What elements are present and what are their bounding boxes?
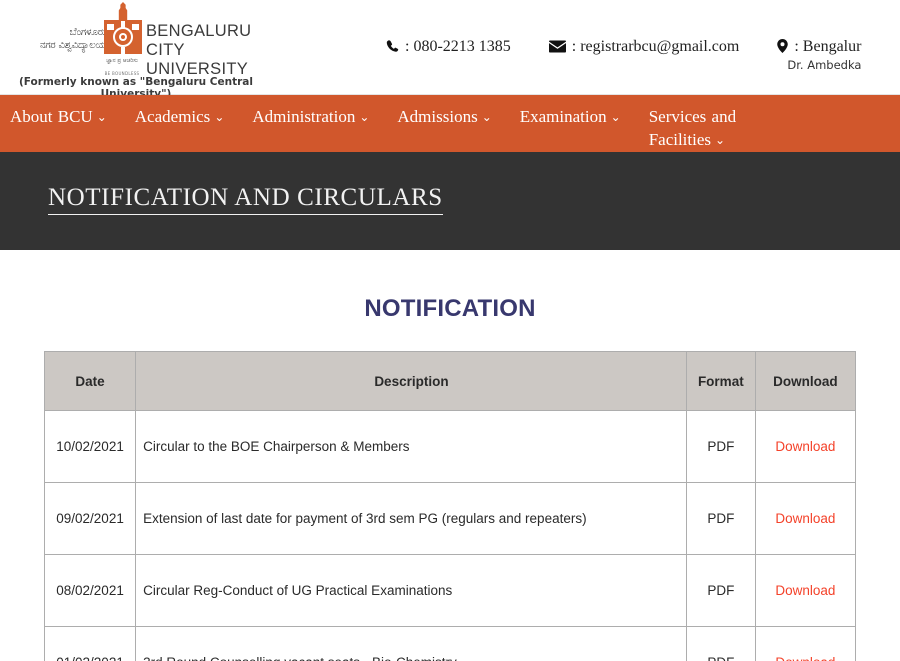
column-header-description: Description bbox=[135, 351, 687, 411]
contact-address-text: : Bengalur bbox=[794, 38, 862, 55]
nav-item-examination[interactable]: Examination ⌄ bbox=[506, 105, 635, 129]
site-header: ಬೆಂಗಳೂರು ನಗರ ವಿಶ್ವವಿದ್ಯಾಲಯ BENGALURU CIT… bbox=[0, 0, 900, 100]
email-icon bbox=[548, 40, 566, 53]
table-row: 08/02/2021 Circular Reg-Conduct of UG Pr… bbox=[43, 554, 857, 627]
logo-kannada-text: ಬೆಂಗಳೂರು ನಗರ ವಿಶ್ವವಿದ್ಯಾಲಯ bbox=[14, 26, 106, 52]
logo-kannada-line2: ನಗರ ವಿಶ್ವವಿದ್ಯಾಲಯ bbox=[39, 40, 106, 51]
column-header-download: Download bbox=[754, 351, 857, 411]
nav-item-admissions[interactable]: Admissions ⌄ bbox=[383, 105, 505, 129]
contact-phone[interactable]: : 080-2213 1385 bbox=[386, 38, 511, 56]
column-header-format: Format bbox=[685, 351, 756, 411]
contact-address[interactable]: : Bengalur Dr. Ambedka bbox=[777, 38, 861, 72]
cell-download: Download bbox=[754, 410, 857, 483]
download-link[interactable]: Download bbox=[775, 511, 835, 526]
page-title-banner: NOTIFICATION AND CIRCULARS bbox=[0, 152, 900, 250]
logo-university-name: BENGALURU CITY UNIVERSITY bbox=[146, 22, 280, 79]
logo-motto-kannada: ಜ್ಞಾನ ಪ್ರ ಆಚರಿಸು bbox=[106, 58, 138, 64]
phone-icon bbox=[386, 39, 399, 53]
contact-email-text: : registrarbcu@gmail.com bbox=[571, 38, 740, 55]
cell-format: PDF bbox=[685, 482, 756, 555]
university-logo[interactable]: ಬೆಂಗಳೂರು ನಗರ ವಿಶ್ವವಿದ್ಯಾಲಯ BENGALURU CIT… bbox=[0, 0, 280, 100]
table-header-row: Date Description Format Download bbox=[43, 351, 857, 411]
cell-date: 10/02/2021 bbox=[43, 410, 137, 483]
cell-description: Circular to the BOE Chairperson & Member… bbox=[135, 410, 687, 483]
nav-label-administration: Administration bbox=[252, 107, 356, 126]
contact-email[interactable]: : registrarbcu@gmail.com bbox=[548, 38, 740, 56]
chevron-down-icon: ⌄ bbox=[214, 110, 225, 124]
nav-label-academics: Academics bbox=[134, 107, 211, 126]
table-row: 09/02/2021 Extension of last date for pa… bbox=[43, 482, 857, 555]
cell-format: PDF bbox=[685, 410, 756, 483]
table-row: 01/02/2021 3rd Round Counselling vacant … bbox=[43, 626, 857, 661]
nav-item-about-bcu[interactable]: About BCU ⌄ bbox=[4, 105, 121, 129]
cell-description: 3rd Round Counselling vacant seats - Bio… bbox=[135, 626, 687, 661]
cell-date: 08/02/2021 bbox=[43, 554, 137, 627]
cell-download: Download bbox=[754, 626, 857, 661]
cell-download: Download bbox=[754, 482, 857, 555]
chevron-down-icon: ⌄ bbox=[481, 110, 492, 124]
logo-kannada-line1: ಬೆಂಗಳೂರು bbox=[69, 27, 106, 38]
notification-table: Date Description Format Download 10/02/2… bbox=[43, 351, 857, 661]
cell-description: Circular Reg-Conduct of UG Practical Exa… bbox=[135, 554, 687, 627]
cell-download: Download bbox=[754, 554, 857, 627]
logo-name-line1: BENGALURU bbox=[146, 22, 252, 40]
download-link[interactable]: Download bbox=[775, 655, 835, 661]
cell-description: Extension of last date for payment of 3r… bbox=[135, 482, 687, 555]
nav-label-about-bcu: About BCU bbox=[10, 107, 93, 126]
download-link[interactable]: Download bbox=[775, 439, 835, 454]
cell-format: PDF bbox=[685, 554, 756, 627]
chevron-down-icon: ⌄ bbox=[715, 133, 726, 147]
contact-phone-text: : 080-2213 1385 bbox=[405, 38, 511, 55]
column-header-date: Date bbox=[43, 351, 137, 411]
cell-format: PDF bbox=[685, 626, 756, 661]
cell-date: 09/02/2021 bbox=[43, 482, 137, 555]
table-row: 10/02/2021 Circular to the BOE Chairpers… bbox=[43, 410, 857, 483]
section-title-notification: NOTIFICATION bbox=[364, 295, 536, 322]
location-icon bbox=[777, 39, 789, 53]
chevron-down-icon: ⌄ bbox=[610, 110, 621, 124]
main-navigation: About BCU ⌄ Academics ⌄ Administration ⌄ Ad… bbox=[0, 95, 900, 152]
header-contacts: : 080-2213 1385 : registrarbcu@gmail.com… bbox=[386, 38, 861, 72]
nav-item-services-and-facilities[interactable]: Services and Facilities ⌄ bbox=[635, 105, 803, 152]
nav-item-administration[interactable]: Administration ⌄ bbox=[238, 105, 383, 129]
main-content: NOTIFICATION Date Description Format Dow… bbox=[0, 250, 900, 661]
cell-date: 01/02/2021 bbox=[43, 626, 137, 661]
notification-table-wrapper: Date Description Format Download 10/02/2… bbox=[43, 351, 857, 661]
chevron-down-icon: ⌄ bbox=[359, 110, 370, 124]
logo-name-line2: CITY UNIVERSITY bbox=[146, 41, 249, 78]
page-title: NOTIFICATION AND CIRCULARS bbox=[48, 184, 443, 215]
nav-item-academics[interactable]: Academics ⌄ bbox=[121, 105, 239, 129]
download-link[interactable]: Download bbox=[775, 583, 835, 598]
chevron-down-icon: ⌄ bbox=[96, 110, 107, 124]
university-emblem-icon bbox=[104, 2, 142, 64]
contact-address-line2: Dr. Ambedka bbox=[787, 58, 862, 72]
nav-label-examination: Examination bbox=[519, 107, 607, 126]
nav-label-admissions: Admissions bbox=[397, 107, 478, 126]
